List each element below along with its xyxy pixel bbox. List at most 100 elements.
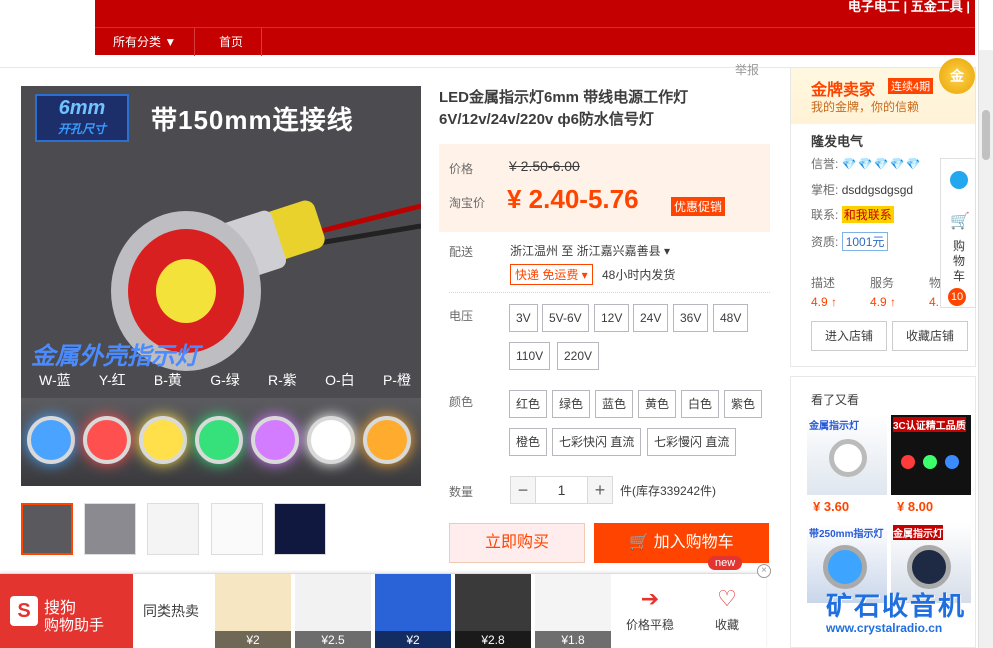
favorite-shop-button[interactable]: 收藏店铺 [892, 321, 968, 351]
sogou-bag-icon: S [10, 596, 38, 626]
quantity-decrease-button[interactable]: − [510, 476, 536, 504]
gold-seller-title: 金牌卖家 [811, 82, 876, 99]
hot-product-item[interactable]: ¥2 [215, 574, 291, 648]
thumbnail-3[interactable] [147, 503, 199, 555]
orange-light [363, 416, 411, 464]
gold-medal-icon: 金 [939, 58, 975, 94]
option-color-purple[interactable]: 紫色 [724, 390, 763, 418]
cart-icon: 🛒 [629, 534, 654, 551]
option-color-green[interactable]: 绿色 [552, 390, 591, 418]
hot-product-item[interactable]: ¥1.8 [535, 574, 611, 648]
option-voltage-5v-6v[interactable]: 5V-6V [542, 304, 589, 332]
similar-hot-label: 同类热卖 [143, 603, 199, 619]
thumbnail-2[interactable] [84, 503, 136, 555]
yellow-light [139, 416, 187, 464]
option-voltage-48v[interactable]: 48V [713, 304, 749, 332]
option-voltage-24v[interactable]: 24V [633, 304, 669, 332]
score-service: 服务 4.9 ↑ [870, 276, 897, 309]
page-scrollbar[interactable] [978, 0, 993, 648]
price-box: 价格 ¥ 2.50-6.00 淘宝价 ¥ 2.40-5.76 优惠促销 [439, 144, 770, 232]
diamond-icon: 💎💎💎💎💎 [841, 157, 922, 171]
option-color-rainbow-slow[interactable]: 七彩慢闪 直流 [647, 428, 737, 456]
color-code-legend: W-蓝 Y-红 B-黄 G-绿 R-紫 O-白 P-橙 [39, 372, 411, 388]
shop-nav: 所有分类 ▼ 首页 [95, 27, 975, 56]
image-headline: 带150mm连接线 [151, 105, 354, 135]
enter-shop-button[interactable]: 进入店铺 [811, 321, 887, 351]
white-light [307, 416, 355, 464]
also-viewed-price: ¥ 3.60 [813, 499, 850, 514]
close-icon[interactable]: × [757, 564, 771, 578]
green-light [195, 416, 243, 464]
hot-product-item[interactable]: ¥2.5 [295, 574, 371, 648]
nav-all-categories[interactable]: 所有分类 ▼ [95, 28, 196, 56]
purple-light [251, 416, 299, 464]
also-viewed-item[interactable]: 金属指示灯 [807, 415, 887, 495]
option-voltage-3v[interactable]: 3V [509, 304, 538, 332]
color-lights-row [21, 398, 421, 486]
buy-now-button[interactable]: 立即购买 [449, 523, 585, 563]
scroll-thumb[interactable] [982, 110, 990, 160]
option-color-white[interactable]: 白色 [681, 390, 720, 418]
side-toolbar: 🛒 购物车 [940, 158, 976, 308]
shopping-cart-icon[interactable]: 🛒 [950, 211, 970, 231]
quantity-label: 数量 [449, 485, 474, 499]
shipping-destination[interactable]: 浙江温州 至 浙江嘉兴嘉善县 ▾ [510, 242, 670, 259]
arrow-circle-icon: ➔ [640, 586, 660, 611]
shop-contact: 联系: 和我联系 [811, 206, 894, 223]
product-title: LED金属指示灯6mm 带线电源工作灯6V/12v/24v/220v ф6防水信… [439, 89, 689, 128]
contact-seller-button[interactable]: 和我联系 [841, 206, 894, 223]
thumbnail-1[interactable] [21, 503, 73, 555]
option-color-yellow[interactable]: 黄色 [638, 390, 677, 418]
hot-product-item[interactable]: ¥2.8 [455, 574, 531, 648]
nav-home[interactable]: 首页 [201, 28, 263, 56]
option-color-rainbow-fast[interactable]: 七彩快闪 直流 [552, 428, 642, 456]
shipping-label: 配送 [449, 245, 474, 259]
also-viewed-title: 看了又看 [811, 393, 860, 407]
main-product-image[interactable]: 6mm 开孔尺寸 带150mm连接线 金属外壳指示灯 W-蓝 Y-红 B-黄 G… [21, 86, 421, 486]
price-trend-button[interactable]: ➔ 价格平稳 [620, 586, 680, 633]
sogou-shopping-assistant-bar: S 搜狗 购物助手 同类热卖 ¥2 ¥2.5 ¥2 ¥2.8 ¥1.8 ➔ 价格… [0, 573, 766, 648]
option-color-orange[interactable]: 橙色 [509, 428, 548, 456]
option-voltage-12v[interactable]: 12V [594, 304, 630, 332]
shipping-time: 48小时内发货 [602, 268, 676, 282]
image-subheadline: 金属外壳指示灯 [31, 343, 199, 370]
promo-badge[interactable]: 优惠促销 [671, 197, 726, 216]
gold-seller-banner: 金牌卖家 连续4期 我的金牌，你的信赖 金 [791, 58, 975, 124]
shipping-fee-select[interactable]: 快递 免运费 ▾ [510, 264, 593, 285]
shop-qualification: 资质: 1001元 [811, 232, 889, 251]
watermark: 矿石收音机 www.crystalradio.cn [826, 591, 967, 635]
quantity-input[interactable]: 1 [536, 476, 587, 504]
deposit-badge[interactable]: 1001元 [841, 232, 889, 251]
shop-header-bar: 电子电工 | 五金工具 | [95, 0, 975, 27]
hot-product-item[interactable]: ¥2 [375, 574, 451, 648]
thumbnail-strip [21, 503, 341, 555]
also-viewed-price: ¥ 8.00 [897, 499, 934, 514]
red-light [83, 416, 131, 464]
new-badge: new [708, 556, 743, 570]
option-voltage-220v[interactable]: 220V [557, 342, 600, 370]
option-voltage-110v[interactable]: 110V [509, 342, 551, 370]
thumbnail-4[interactable] [211, 503, 263, 555]
original-price: ¥ 2.50-6.00 [509, 158, 580, 174]
also-viewed-item[interactable]: 3C认证精工品质 [891, 415, 971, 495]
side-cart-label[interactable]: 购物车 [953, 239, 967, 284]
divider [449, 292, 770, 293]
shop-category-title: 电子电工 | 五金工具 | [847, 0, 970, 14]
option-color-blue[interactable]: 蓝色 [595, 390, 634, 418]
sogou-logo[interactable]: S 搜狗 购物助手 [0, 574, 133, 648]
thumbnail-5[interactable] [274, 503, 326, 555]
shop-keeper: 掌柜: dsddgsdgsgd [811, 183, 914, 197]
chat-icon[interactable] [950, 171, 968, 189]
option-voltage-36v[interactable]: 36V [673, 304, 709, 332]
shop-name[interactable]: 隆发电气 [811, 131, 863, 150]
option-color-red[interactable]: 红色 [509, 390, 548, 418]
voltage-label: 电压 [449, 309, 474, 323]
quantity-increase-button[interactable]: + [587, 476, 613, 504]
add-to-cart-button[interactable]: 🛒 加入购物车 [594, 523, 769, 563]
gold-seller-tag: 连续4期 [888, 78, 934, 94]
taobao-price-label: 淘宝价 [449, 196, 486, 210]
blue-light [27, 416, 75, 464]
promo-price: ¥ 2.40-5.76 [507, 184, 639, 214]
favorite-button[interactable]: ♡ 收藏 [697, 586, 757, 633]
report-link[interactable]: 举报 [735, 61, 759, 78]
